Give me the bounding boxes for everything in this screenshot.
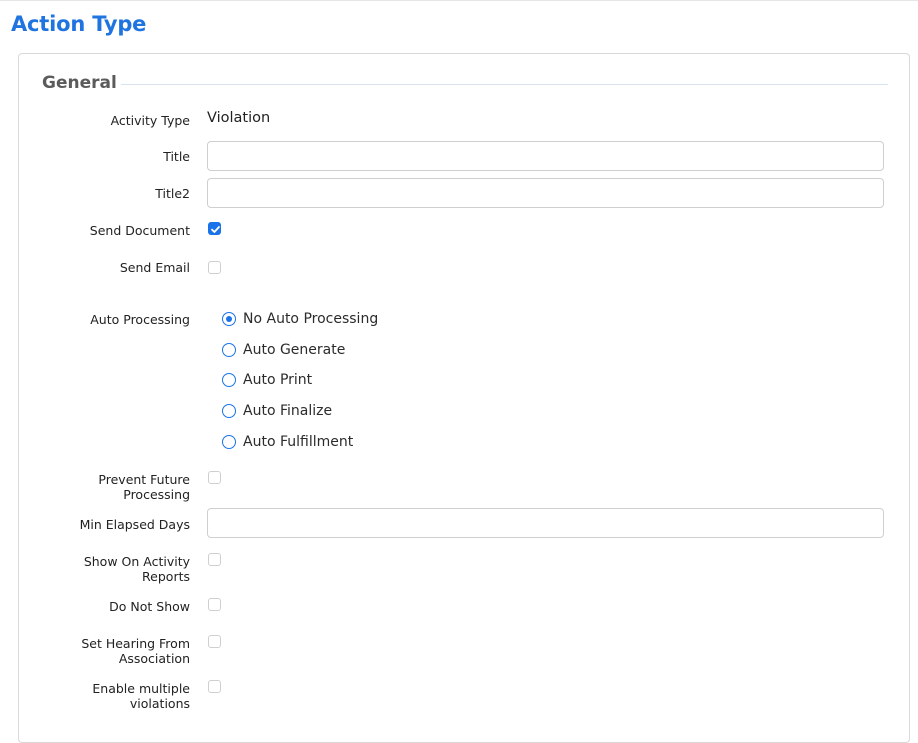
- radio-button[interactable]: [222, 404, 236, 418]
- radio-option-auto-fulfillment[interactable]: Auto Fulfillment: [222, 433, 353, 451]
- radio-button[interactable]: [222, 373, 236, 387]
- radio-option-no-auto-processing[interactable]: No Auto Processing: [222, 310, 378, 328]
- label-line: violations: [129, 696, 190, 711]
- label-line: Processing: [123, 487, 190, 502]
- send-document-label: Send Document: [89, 223, 190, 238]
- label-line: Association: [118, 651, 190, 666]
- radio-button[interactable]: [222, 435, 236, 449]
- top-divider: [0, 0, 918, 1]
- radio-label: Auto Generate: [243, 342, 346, 358]
- radio-label: Auto Print: [243, 372, 313, 388]
- enable-multiple-violations-label: Enable multiple violations: [50, 681, 190, 711]
- prevent-future-processing-checkbox[interactable]: [208, 471, 221, 484]
- check-icon: [211, 226, 220, 233]
- radio-option-auto-print[interactable]: Auto Print: [222, 371, 312, 389]
- radio-button[interactable]: [222, 343, 236, 357]
- title-input[interactable]: [207, 141, 884, 171]
- section-title: General: [42, 73, 117, 93]
- title2-label: Title2: [155, 186, 190, 201]
- show-on-activity-reports-label: Show On Activity Reports: [50, 554, 190, 584]
- title2-input[interactable]: [207, 178, 884, 208]
- radio-label: Auto Fulfillment: [243, 434, 354, 450]
- send-email-label: Send Email: [119, 260, 190, 275]
- min-elapsed-days-input[interactable]: [207, 508, 884, 538]
- send-document-checkbox[interactable]: [208, 222, 221, 235]
- do-not-show-checkbox[interactable]: [208, 598, 221, 611]
- activity-type-value: Violation: [207, 110, 271, 126]
- do-not-show-label: Do Not Show: [109, 599, 190, 614]
- activity-type-label: Activity Type: [110, 113, 190, 128]
- show-on-activity-reports-checkbox[interactable]: [208, 553, 221, 566]
- set-hearing-from-association-label: Set Hearing From Association: [50, 636, 190, 666]
- label-line: Prevent Future: [98, 472, 190, 487]
- radio-label: No Auto Processing: [243, 311, 379, 327]
- label-line: Set Hearing From: [81, 636, 190, 651]
- radio-label: Auto Finalize: [243, 403, 333, 419]
- section-divider: [121, 84, 888, 85]
- prevent-future-processing-label: Prevent Future Processing: [50, 472, 190, 502]
- min-elapsed-days-label: Min Elapsed Days: [79, 517, 190, 532]
- label-line: Show On Activity: [83, 554, 190, 569]
- send-email-checkbox[interactable]: [208, 261, 221, 274]
- radio-button[interactable]: [222, 312, 236, 326]
- set-hearing-from-association-checkbox[interactable]: [208, 635, 221, 648]
- page-title: Action Type: [11, 12, 147, 36]
- label-line: Enable multiple: [92, 681, 190, 696]
- label-line: Reports: [142, 569, 190, 584]
- enable-multiple-violations-checkbox[interactable]: [208, 680, 221, 693]
- radio-option-auto-finalize[interactable]: Auto Finalize: [222, 402, 332, 420]
- title-label: Title: [163, 149, 190, 164]
- radio-option-auto-generate[interactable]: Auto Generate: [222, 341, 345, 359]
- auto-processing-label: Auto Processing: [90, 312, 190, 327]
